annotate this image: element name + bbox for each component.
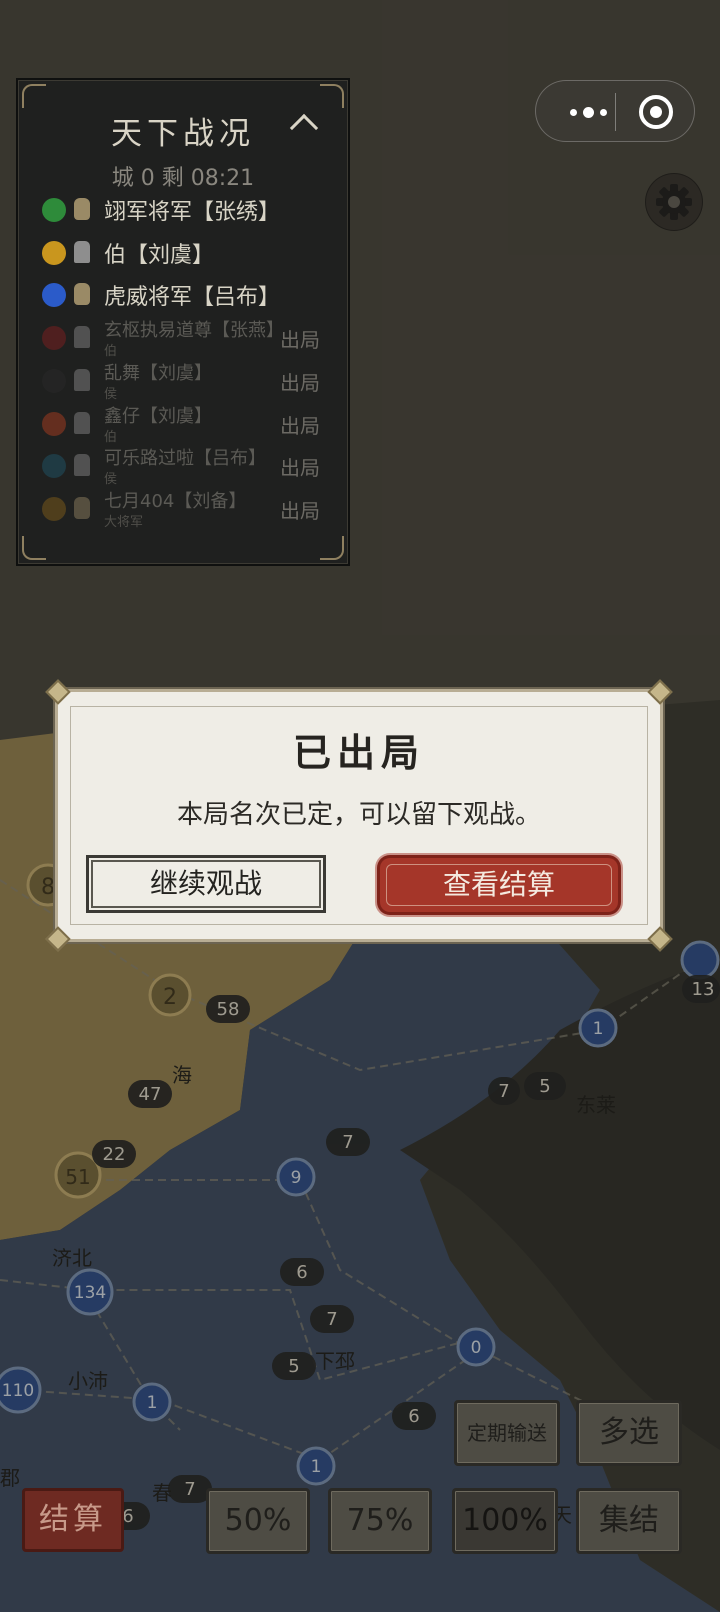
player-name: 乱舞【刘虞】 [104,362,212,384]
svg-text:6: 6 [408,1406,419,1427]
player-status: 出局 [280,456,320,481]
svg-text:小沛: 小沛 [68,1369,108,1393]
svg-text:郡: 郡 [0,1466,20,1490]
svg-text:1: 1 [147,1393,158,1413]
player-rank: 侯 [104,386,118,402]
player-name: 可乐路过啦【吕布】 [104,448,266,470]
player-row: 七月404【刘备】大将军 出局 [18,489,348,530]
svg-text:58: 58 [217,999,240,1020]
person-icon [74,240,90,263]
panel-corner-ornament [320,84,344,108]
person-icon [74,411,90,434]
svg-text:春: 春 [152,1481,172,1505]
player-name: 翊军将军【张绣】 [104,200,281,225]
faction-color-dot [42,326,66,351]
player-name: 玄枢执易道尊【张燕】 [104,320,284,342]
map-marker[interactable]: 2 [148,973,192,1017]
money-bag-icon [74,496,90,519]
view-results-label: 查看结算 [442,868,555,901]
svg-text:7: 7 [498,1081,509,1102]
player-row: 鑫仔【刘虞】伯 出局 [18,404,348,445]
svg-text:2: 2 [163,985,177,1010]
gather-button[interactable]: 集结 [576,1488,682,1554]
map-marker[interactable] [680,940,720,980]
svg-text:7: 7 [326,1309,337,1330]
svg-text:9: 9 [291,1168,302,1188]
periodic-transport-button[interactable]: 定期输送 [454,1400,560,1466]
gear-icon [656,184,692,220]
continue-watching-button[interactable]: 继续观战 [86,855,326,913]
player-rank: 伯 [104,429,118,445]
capsule-divider [615,93,616,131]
svg-text:110: 110 [2,1381,34,1401]
svg-text:13: 13 [692,979,715,1000]
svg-text:1: 1 [311,1457,322,1477]
player-rank: 大将军 [104,514,144,530]
troop-75-percent-button[interactable]: 75% [328,1488,432,1554]
troop-100-percent-button[interactable]: 100% [452,1488,558,1554]
svg-text:8: 8 [41,875,55,900]
close-target-icon[interactable] [639,95,673,129]
player-row: 玄枢执易道尊【张燕】伯 出局 [18,318,348,360]
svg-text:1: 1 [593,1019,604,1039]
player-rank: 侯 [104,472,118,488]
view-results-button[interactable]: 查看结算 [380,858,618,912]
mini-program-capsule [535,80,695,142]
person-icon [74,368,90,391]
player-name: 虎威将军【吕布】 [104,285,281,311]
svg-text:51: 51 [65,1165,90,1189]
faction-color-dot [42,454,66,479]
faction-color-dot [42,198,66,222]
panel-corner-ornament [320,536,344,560]
svg-text:134: 134 [74,1283,106,1303]
player-row: 乱舞【刘虞】侯 出局 [18,361,348,402]
svg-text:东莱: 东莱 [576,1093,616,1117]
player-status: 出局 [280,498,320,523]
player-rank: 伯 [104,344,118,360]
battle-status-panel: 天下战况 城 0 剩 08:21 翊军将军【张绣】 伯【刘虞】 虎威将军【吕布】 玄枢… [16,78,350,566]
person-icon [74,454,90,477]
dialog-message: 本局名次已定，可以留下观战。 [176,800,541,830]
svg-text:7: 7 [184,1479,195,1500]
money-bag-icon [74,198,90,220]
player-row: 伯【刘虞】 [18,233,348,273]
svg-text:5: 5 [539,1076,550,1097]
svg-text:下邳: 下邳 [315,1349,355,1373]
player-name: 伯【刘虞】 [104,242,215,268]
player-status: 出局 [280,328,320,353]
eliminated-dialog: 已出局 本局名次已定，可以留下观战。 继续观战 查看结算 [45,679,673,952]
svg-text:济北: 济北 [52,1246,92,1270]
player-name: 鑫仔【刘虞】 [104,405,212,427]
more-icon[interactable] [558,99,618,125]
svg-text:海: 海 [172,1063,192,1087]
panel-corner-ornament [22,84,46,108]
city-count-timer: 城 0 剩 08:21 [111,166,255,191]
svg-text:0: 0 [471,1338,482,1358]
svg-text:47: 47 [139,1084,162,1105]
faction-color-dot [42,283,66,308]
player-row: 可乐路过啦【吕布】侯 出局 [18,446,348,488]
person-icon [74,326,90,349]
player-status: 出局 [280,413,320,438]
faction-color-dot [42,240,66,265]
troop-50-percent-button[interactable]: 50% [206,1488,310,1554]
multi-select-button[interactable]: 多选 [576,1400,682,1466]
faction-color-dot [42,411,66,436]
faction-color-dot [42,496,66,521]
player-name: 七月404【刘备】 [104,490,247,512]
money-bag-icon [74,283,90,306]
settings-button[interactable] [645,173,703,231]
svg-text:6: 6 [296,1262,307,1283]
player-status: 出局 [280,370,320,395]
panel-corner-ornament [22,536,46,560]
settle-button[interactable]: 结算 [22,1488,124,1552]
svg-text:22: 22 [103,1144,126,1165]
player-row: 翊军将军【张绣】 [18,190,348,230]
faction-color-dot [42,368,66,393]
svg-text:5: 5 [288,1356,299,1377]
dialog-title: 已出局 [292,730,425,775]
player-row: 虎威将军【吕布】 [18,275,348,315]
svg-text:7: 7 [342,1132,353,1153]
